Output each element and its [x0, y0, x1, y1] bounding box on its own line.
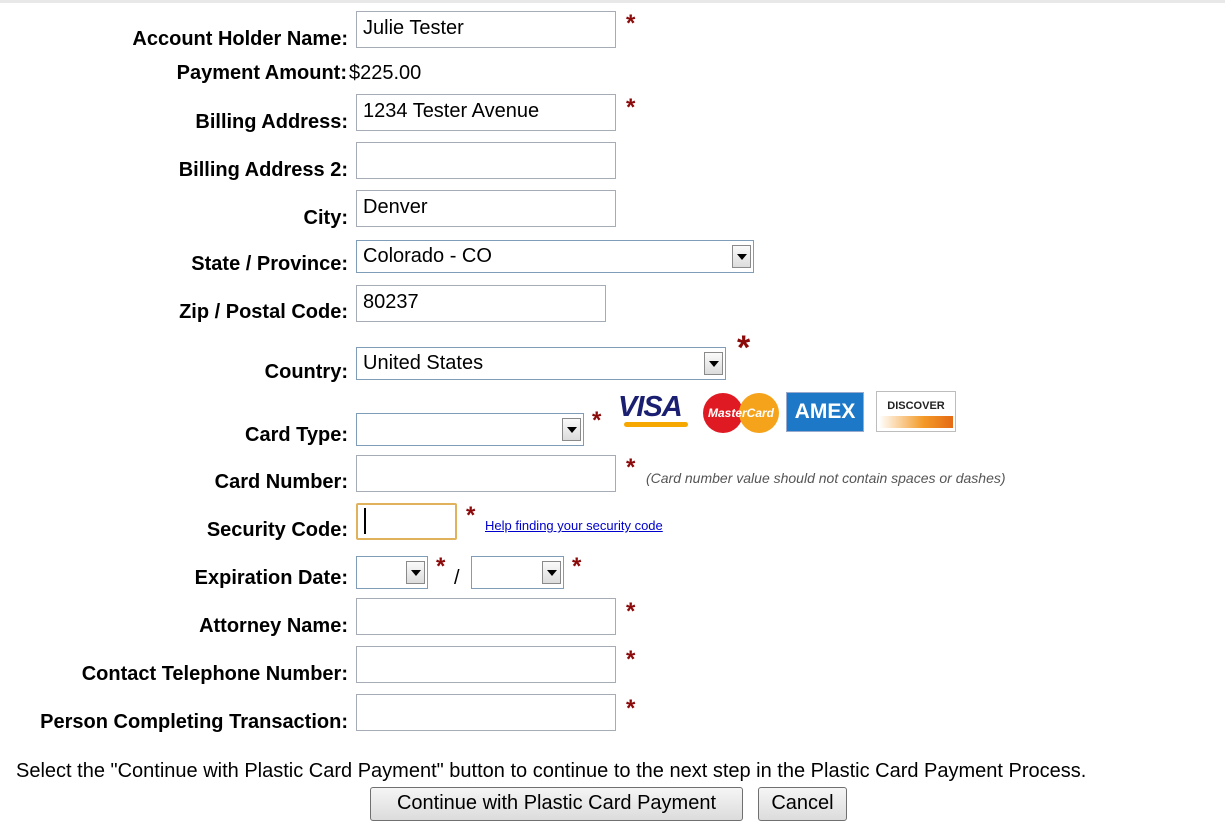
- card-type-label: Card Type:: [245, 424, 348, 446]
- amex-logo: AMEX: [786, 392, 864, 432]
- required-marker: *: [466, 502, 476, 529]
- required-marker: *: [626, 695, 636, 722]
- person-label: Person Completing Transaction:: [40, 711, 348, 733]
- state-select[interactable]: Colorado - CO: [356, 240, 754, 273]
- required-marker: *: [436, 553, 446, 580]
- discover-band: [879, 416, 953, 428]
- country-select[interactable]: United States: [356, 347, 726, 380]
- payment-amount-value: $225.00: [349, 62, 422, 84]
- security-code-help-link[interactable]: Help finding your security code: [485, 518, 663, 533]
- chevron-down-icon[interactable]: [732, 245, 751, 268]
- card-number-hint: (Card number value should not contain sp…: [646, 470, 1006, 486]
- text-cursor: [364, 508, 366, 534]
- chevron-down-icon[interactable]: [562, 418, 581, 441]
- city-input[interactable]: Denver: [356, 190, 616, 227]
- country-select-value: United States: [363, 352, 484, 374]
- card-number-label: Card Number:: [214, 471, 348, 493]
- expiration-month-select[interactable]: [356, 556, 428, 589]
- attorney-label: Attorney Name:: [199, 615, 348, 637]
- required-marker: *: [572, 553, 582, 580]
- zip-label: Zip / Postal Code:: [179, 301, 348, 323]
- required-marker: *: [737, 329, 751, 367]
- card-number-input[interactable]: [356, 455, 616, 492]
- visa-logo: VISA: [618, 391, 694, 429]
- chevron-down-icon[interactable]: [704, 352, 723, 375]
- top-border: [0, 0, 1225, 3]
- expiration-separator: /: [454, 567, 460, 589]
- account-holder-label: Account Holder Name:: [132, 28, 348, 50]
- chevron-down-icon[interactable]: [542, 561, 561, 584]
- person-input[interactable]: [356, 694, 616, 731]
- state-label: State / Province:: [191, 253, 348, 275]
- chevron-down-icon[interactable]: [406, 561, 425, 584]
- billing-address2-input[interactable]: [356, 142, 616, 179]
- required-marker: *: [626, 94, 636, 121]
- state-select-value: Colorado - CO: [363, 245, 492, 267]
- mastercard-logo: MasterCard: [703, 393, 779, 433]
- cancel-button[interactable]: Cancel: [758, 787, 847, 821]
- security-code-input[interactable]: [356, 503, 457, 540]
- attorney-input[interactable]: [356, 598, 616, 635]
- mastercard-logo-text: MasterCard: [707, 406, 775, 420]
- city-label: City:: [303, 207, 348, 229]
- required-marker: *: [626, 598, 636, 625]
- expiration-label: Expiration Date:: [194, 567, 348, 589]
- visa-swoosh: [624, 422, 688, 427]
- payment-amount-label: Payment Amount:: [176, 62, 347, 84]
- visa-logo-text: VISA: [618, 391, 683, 423]
- account-holder-input[interactable]: Julie Tester: [356, 11, 616, 48]
- billing-address-label: Billing Address:: [195, 111, 348, 133]
- required-marker: *: [592, 407, 602, 434]
- card-type-select[interactable]: [356, 413, 584, 446]
- zip-input[interactable]: 80237: [356, 285, 606, 322]
- required-marker: *: [626, 646, 636, 673]
- continue-button[interactable]: Continue with Plastic Card Payment: [370, 787, 743, 821]
- country-label: Country:: [264, 361, 348, 383]
- discover-logo: DISCOVER: [876, 391, 956, 432]
- billing-address2-label: Billing Address 2:: [178, 159, 348, 181]
- billing-address-input[interactable]: 1234 Tester Avenue: [356, 94, 616, 131]
- instruction-text: Select the "Continue with Plastic Card P…: [16, 760, 1087, 782]
- required-marker: *: [626, 10, 636, 37]
- expiration-year-select[interactable]: [471, 556, 564, 589]
- phone-label: Contact Telephone Number:: [81, 663, 348, 685]
- discover-logo-text: DISCOVER: [887, 400, 945, 412]
- security-code-label: Security Code:: [206, 519, 348, 541]
- required-marker: *: [626, 454, 636, 481]
- phone-input[interactable]: [356, 646, 616, 683]
